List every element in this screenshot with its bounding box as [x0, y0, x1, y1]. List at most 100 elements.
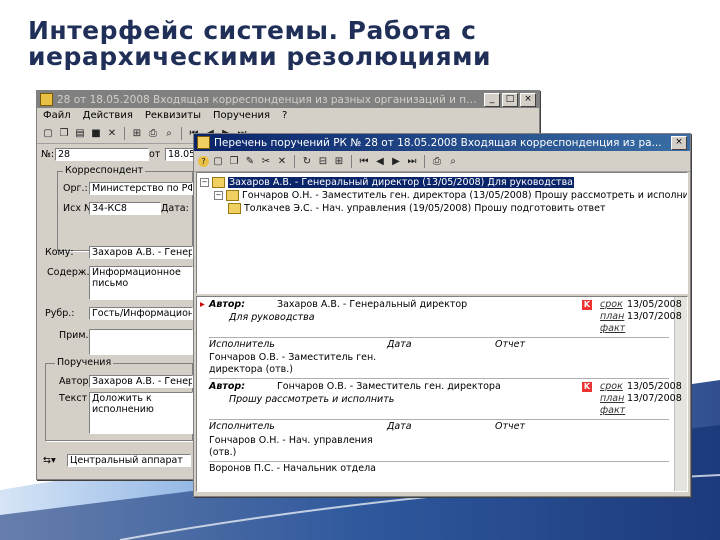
help-icon[interactable]: ? [198, 155, 209, 167]
executor-name-cont: директора (отв.) [209, 364, 293, 375]
menu-actions[interactable]: Действия [83, 110, 133, 121]
divider [209, 461, 669, 462]
reg-num-field[interactable]: 28 [55, 148, 149, 161]
document-icon [40, 93, 53, 106]
print-icon[interactable]: ⎙ [430, 155, 444, 168]
rubric-field[interactable]: Гость/Информационные письма [89, 307, 193, 320]
plan-date: 13/07/2008 [627, 393, 682, 404]
prev-record-icon[interactable]: ◀ [373, 155, 387, 168]
cut-icon[interactable]: ✂ [259, 155, 273, 168]
toolbar-separator [181, 126, 182, 140]
tree-window-icon [197, 136, 210, 149]
menu-requisites[interactable]: Реквизиты [145, 110, 201, 121]
new-order-icon[interactable]: ▢ [211, 155, 225, 168]
executor-name: Воронов П.С. - Начальник отдела [209, 463, 376, 474]
tree-node-label: Гончаров О.Н. - Заместитель ген. директо… [242, 189, 688, 201]
divider [209, 337, 669, 338]
addressee-label: Кому: [45, 247, 74, 258]
out-num-field[interactable]: 34-КС8 [89, 202, 161, 215]
new-sub-order-icon[interactable]: ❐ [227, 155, 241, 168]
report-col-header: Отчет [495, 339, 526, 350]
next-record-icon[interactable]: ▶ [389, 155, 403, 168]
out-date-label: Дата: [161, 203, 189, 214]
control-mark-icon: K [582, 382, 592, 392]
deadline-date: 13/05/2008 [627, 299, 682, 310]
date-col-header: Дата [387, 421, 412, 432]
expand-icon[interactable]: ⊞ [332, 155, 346, 168]
tree-node[interactable]: − Гончаров О.Н. - Заместитель ген. дирек… [214, 189, 688, 201]
minimize-button[interactable]: _ [484, 92, 500, 107]
order-author-field[interactable]: Захаров А.В. - Генеральный [89, 375, 193, 388]
note-field[interactable] [89, 329, 193, 355]
control-mark-icon: K [582, 300, 592, 310]
rubric-label: Рубр.: [45, 308, 75, 319]
toolbar-separator [351, 154, 352, 168]
tree-collapse-icon[interactable]: − [214, 190, 223, 200]
new-doc-icon[interactable]: ▢ [41, 127, 55, 140]
collapse-icon[interactable]: ⊟ [316, 155, 330, 168]
executor-name: Гончаров О.Н. - Нач. управления [209, 435, 373, 446]
refresh-icon[interactable]: ↻ [300, 155, 314, 168]
deadline-date: 13/05/2008 [627, 381, 682, 392]
folder-icon [226, 189, 239, 201]
resolution-text: Прошу рассмотреть и исполнить [229, 394, 395, 405]
orders-tree: − Захаров А.В. - Генеральный директор (1… [196, 172, 688, 294]
orders-list-title: Перечень поручений РК № 28 от 18.05.2008… [214, 136, 662, 149]
close-button[interactable]: × [520, 92, 536, 107]
print-preview-icon[interactable]: ⌕ [446, 155, 460, 168]
maximize-button[interactable]: □ [502, 92, 518, 107]
executor-name-cont: (отв.) [209, 447, 237, 458]
copy-icon[interactable]: ❐ [57, 127, 71, 140]
note-label: Прим.: [59, 330, 92, 341]
divider [209, 378, 669, 379]
addressee-field[interactable]: Захаров А.В. - Генеральный [89, 246, 193, 259]
last-record-icon[interactable]: ⏭ [405, 155, 419, 168]
content-field[interactable]: Информационное письмо [89, 266, 193, 300]
deadline-label[interactable]: срок [600, 381, 623, 393]
content-label: Содерж.: [47, 267, 93, 278]
tree-collapse-icon[interactable]: − [200, 177, 209, 187]
slide-title-line2: иерархическими резолюциями [28, 42, 492, 71]
menu-file[interactable]: Файл [43, 110, 71, 121]
status-dropdown-icon[interactable]: ⇆▾ [43, 455, 56, 466]
search-icon[interactable]: ⌕ [162, 127, 176, 140]
author-label: Автор: [209, 299, 245, 310]
deadline-label[interactable]: срок [600, 299, 623, 311]
fact-label[interactable]: факт [600, 323, 625, 335]
print-icon[interactable]: ⎙ [146, 127, 160, 140]
toolbar-separator [124, 126, 125, 140]
slide-title: Интерфейс системы. Работа с иерархически… [28, 18, 688, 70]
order-author-label: Автор [59, 376, 89, 387]
correspondent-group-label: Корреспондент [63, 165, 146, 176]
paste-icon[interactable]: ▤ [73, 127, 87, 140]
first-record-icon[interactable]: ⏮ [357, 155, 371, 168]
menu-help[interactable]: ? [282, 110, 287, 121]
orders-list-titlebar[interactable]: Перечень поручений РК № 28 от 18.05.2008… [194, 134, 690, 151]
order-text-field[interactable]: Доложить к исполнению [89, 392, 193, 434]
executor-name: Гончаров О.В. - Заместитель ген. [209, 352, 377, 363]
delete-icon[interactable]: ✕ [275, 155, 289, 168]
plan-label[interactable]: план [600, 393, 624, 405]
save-icon[interactable]: ■ [89, 127, 103, 140]
edit-icon[interactable]: ✎ [243, 155, 257, 168]
fact-label[interactable]: факт [600, 405, 625, 417]
slide-title-line1: Интерфейс системы. Работа с [28, 16, 477, 45]
org-field[interactable]: Министерство по РФ [89, 182, 193, 195]
reg-num-label: №: [41, 149, 55, 160]
delete-icon[interactable]: ✕ [105, 127, 119, 140]
executor-col-header: Исполнитель [209, 339, 275, 350]
menu-orders[interactable]: Поручения [213, 110, 270, 121]
author-value: Захаров А.В. - Генеральный директор [277, 299, 468, 310]
folder-icon [228, 202, 241, 214]
department-field[interactable]: Центральный аппарат [67, 454, 191, 467]
registration-card-titlebar[interactable]: 28 от 18.05.2008 Входящая корреспонденци… [37, 91, 539, 108]
attach-icon[interactable]: ⊞ [130, 127, 144, 140]
plan-label[interactable]: план [600, 311, 624, 323]
close-button[interactable]: × [671, 135, 687, 150]
tree-node-label: Толкачев Э.С. - Нач. управления (19/05/2… [244, 202, 606, 214]
tree-node[interactable]: Толкачев Э.С. - Нач. управления (19/05/2… [228, 202, 606, 214]
tree-node[interactable]: − Захаров А.В. - Генеральный директор (1… [200, 176, 574, 188]
author-value: Гончаров О.В. - Заместитель ген. директо… [277, 381, 501, 392]
menubar: Файл Действия Реквизиты Поручения ? [37, 108, 539, 123]
order-detail-panel: ▸ Автор: Захаров А.В. - Генеральный дире… [196, 296, 688, 492]
